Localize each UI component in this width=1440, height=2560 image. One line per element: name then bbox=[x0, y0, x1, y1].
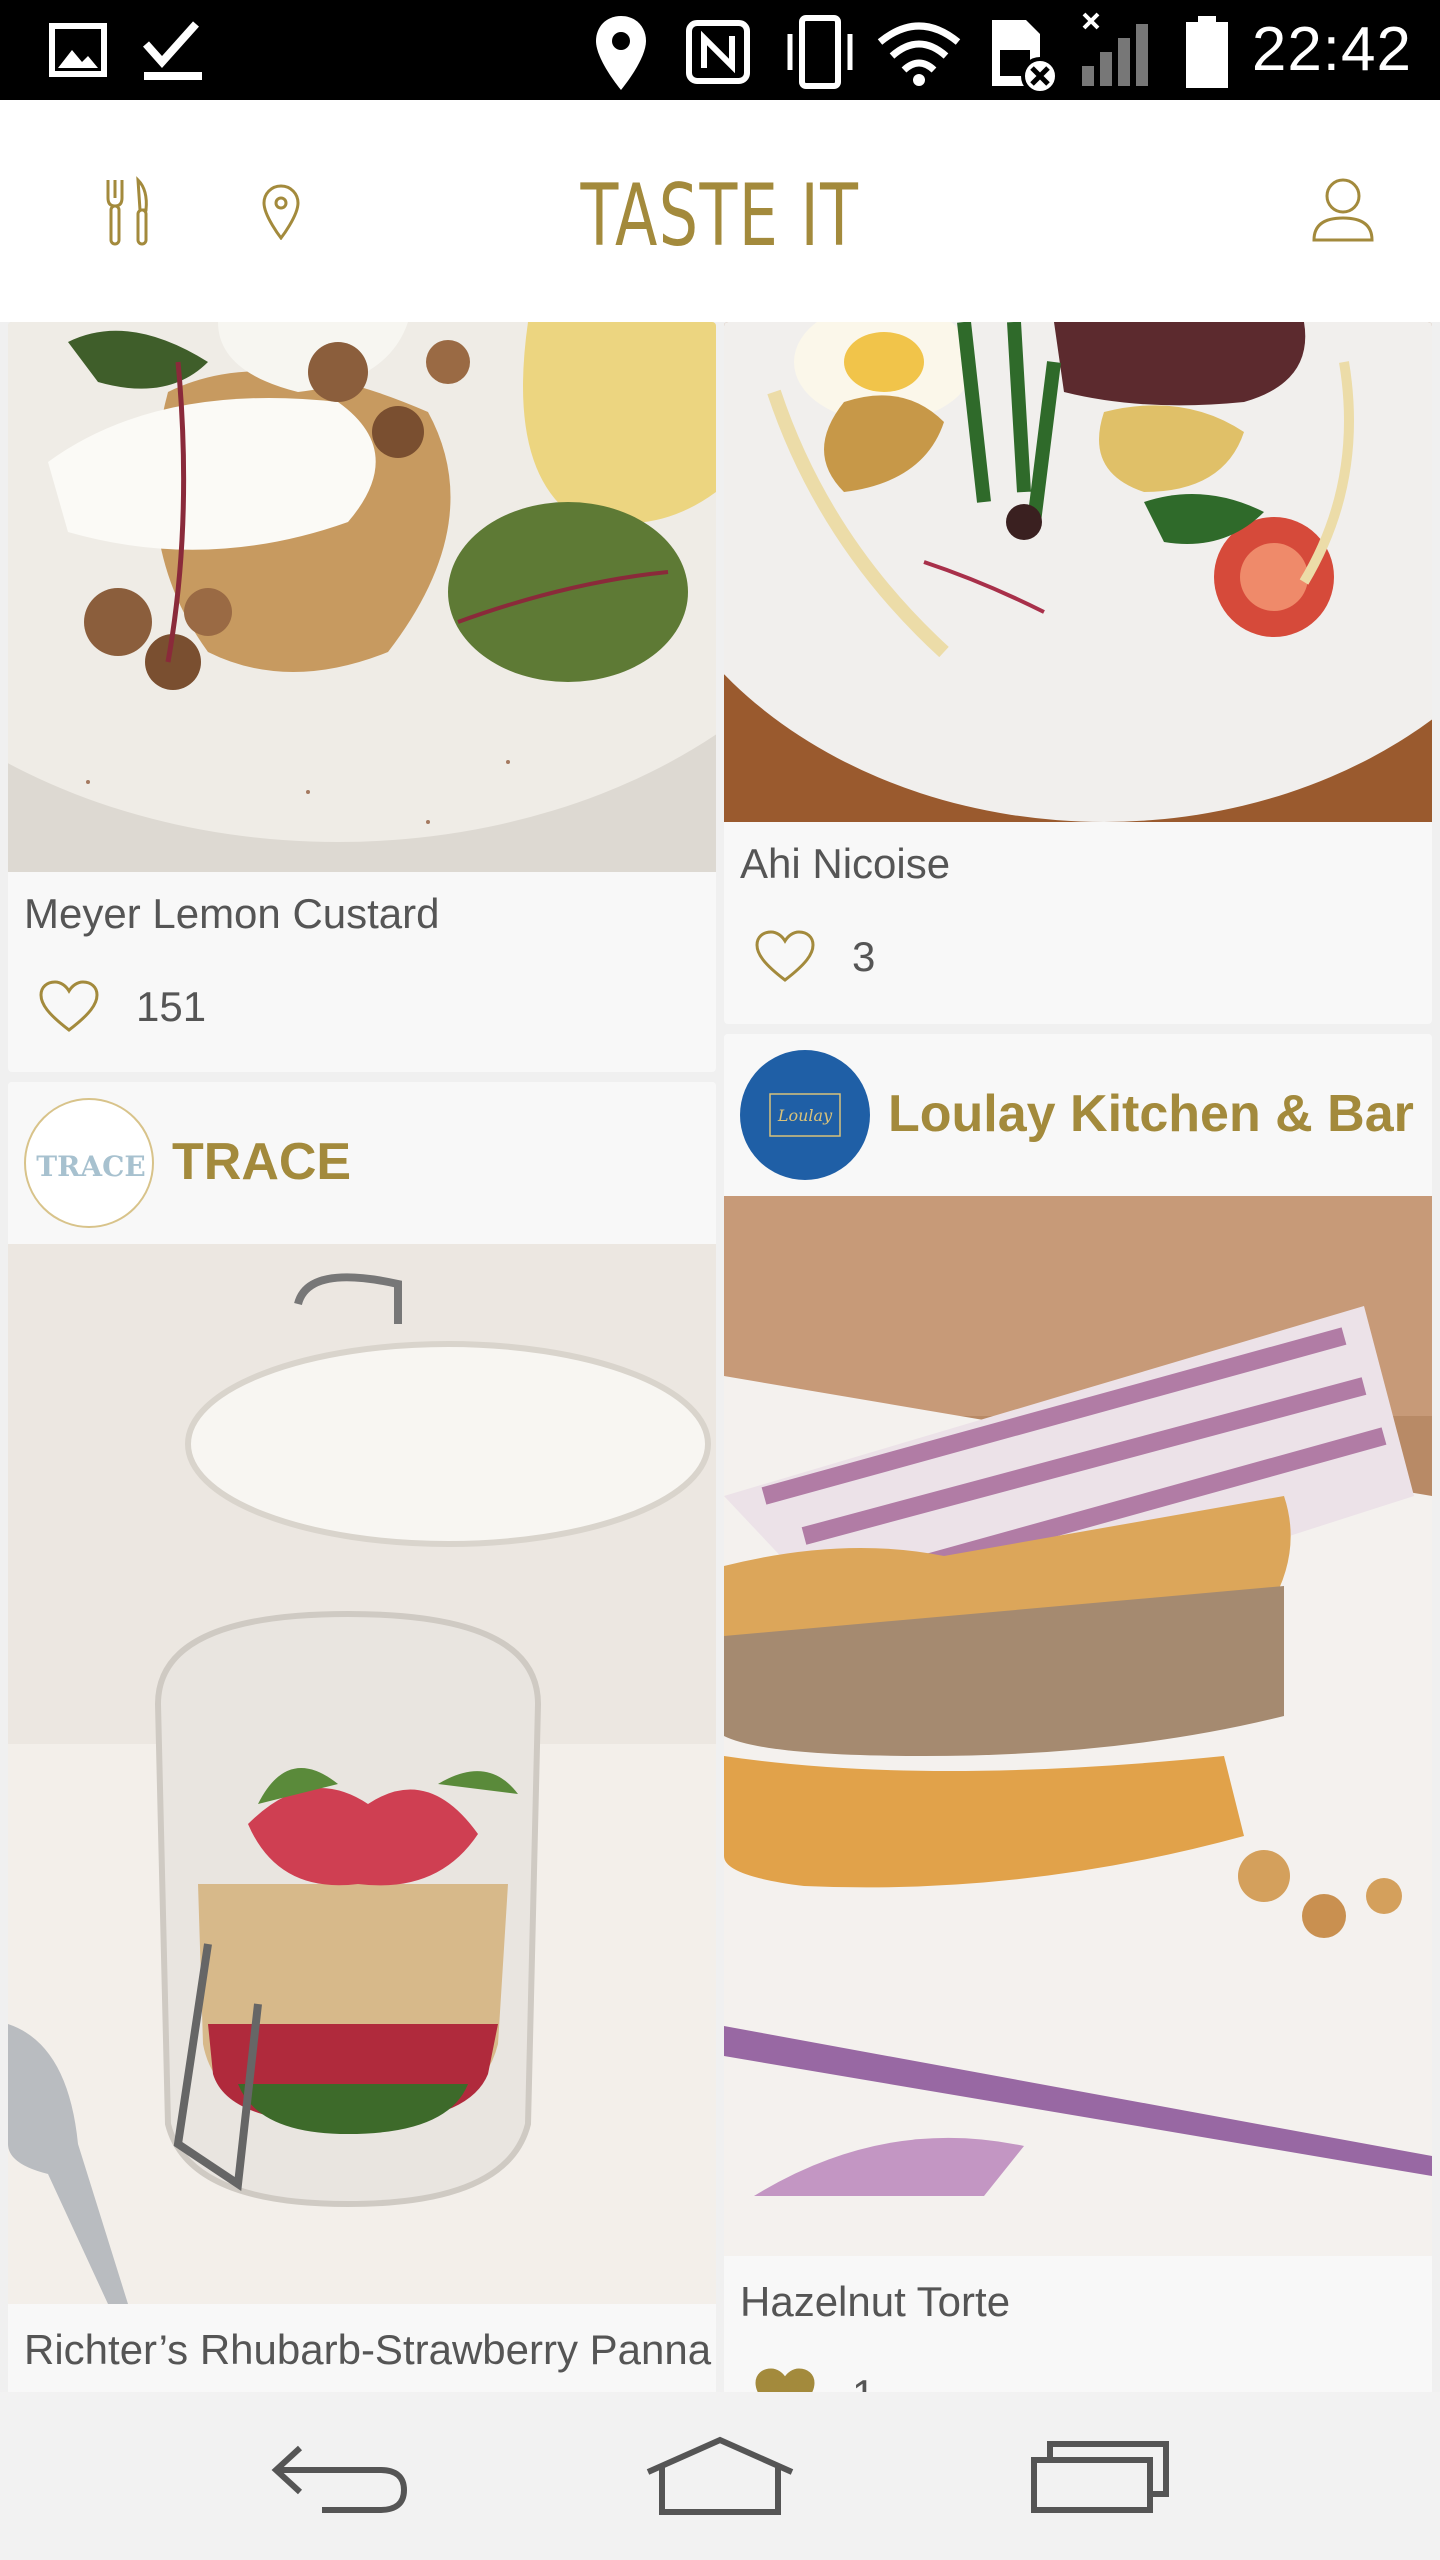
dish-card[interactable]: Meyer Lemon Custard 151 bbox=[8, 322, 716, 1072]
signal-icon bbox=[1082, 12, 1148, 86]
restaurant-header[interactable]: TRACE TRACE bbox=[8, 1082, 716, 1244]
heart-filled-icon[interactable] bbox=[754, 2368, 816, 2392]
restaurant-logo-text: TRACE bbox=[36, 1150, 145, 1183]
like-count: 1 bbox=[852, 2371, 875, 2392]
dish-photo[interactable] bbox=[724, 1196, 1432, 2256]
back-arrow-icon bbox=[271, 2445, 408, 2513]
battery-icon bbox=[1186, 16, 1228, 88]
app-title: TASTE IT bbox=[580, 166, 860, 266]
dish-photo[interactable] bbox=[8, 322, 716, 872]
nfc-icon bbox=[686, 20, 750, 84]
wifi-icon bbox=[877, 22, 961, 86]
restaurant-name[interactable]: TRACE bbox=[172, 1132, 351, 1192]
restaurant-logo-text: Loulay bbox=[777, 1106, 833, 1125]
restaurant-dish-card[interactable]: Loulay Loulay Kitchen & Bar Hazelnut Tor… bbox=[724, 1034, 1432, 2392]
dish-photo[interactable] bbox=[724, 322, 1432, 822]
dish-name[interactable]: Meyer Lemon Custard bbox=[24, 890, 440, 938]
restaurant-name[interactable]: Loulay Kitchen & Bar bbox=[888, 1084, 1414, 1144]
restaurant-logo[interactable]: TRACE bbox=[24, 1098, 154, 1228]
dish-photo[interactable] bbox=[8, 1244, 716, 2304]
home-icon bbox=[646, 2436, 794, 2515]
restaurant-logo[interactable]: Loulay bbox=[740, 1050, 870, 1180]
fork-knife-icon[interactable] bbox=[102, 176, 152, 248]
dish-feed[interactable]: Meyer Lemon Custard 151 TRACE TRACE Rich… bbox=[0, 322, 1440, 2392]
like-row: 1 bbox=[754, 2360, 875, 2392]
dish-name[interactable]: Richter’s Rhubarb-Strawberry Panna Cotta bbox=[24, 2326, 716, 2374]
no-sim-icon bbox=[992, 20, 1059, 95]
image-notification-icon bbox=[49, 23, 107, 77]
app-header: TASTE IT bbox=[0, 100, 1440, 322]
dish-name[interactable]: Ahi Nicoise bbox=[740, 840, 950, 888]
like-count: 3 bbox=[852, 933, 876, 980]
system-nav-bar bbox=[0, 2392, 1440, 2560]
heart-outline-icon[interactable] bbox=[754, 930, 816, 984]
back-button[interactable] bbox=[220, 2392, 460, 2560]
home-button[interactable] bbox=[600, 2392, 840, 2560]
restaurant-header[interactable]: Loulay Loulay Kitchen & Bar bbox=[724, 1034, 1432, 1196]
location-icon bbox=[596, 16, 646, 90]
heart-outline-icon[interactable] bbox=[38, 980, 100, 1034]
like-count: 151 bbox=[136, 983, 207, 1030]
dish-name[interactable]: Hazelnut Torte bbox=[740, 2278, 1010, 2326]
like-row: 3 bbox=[754, 922, 875, 992]
recent-apps-button[interactable] bbox=[980, 2392, 1220, 2560]
download-done-icon bbox=[143, 21, 202, 80]
status-time: 22:42 bbox=[1251, 15, 1412, 84]
user-icon[interactable] bbox=[1310, 176, 1376, 242]
dish-card[interactable]: Ahi Nicoise 3 bbox=[724, 322, 1432, 1024]
recent-apps-icon bbox=[1031, 2441, 1169, 2513]
status-bar: 22:42 bbox=[0, 0, 1440, 100]
vibrate-icon bbox=[787, 15, 853, 89]
like-row: 151 bbox=[38, 972, 206, 1042]
restaurant-dish-card[interactable]: TRACE TRACE Richter’s Rhubarb-Strawberry… bbox=[8, 1082, 716, 2392]
